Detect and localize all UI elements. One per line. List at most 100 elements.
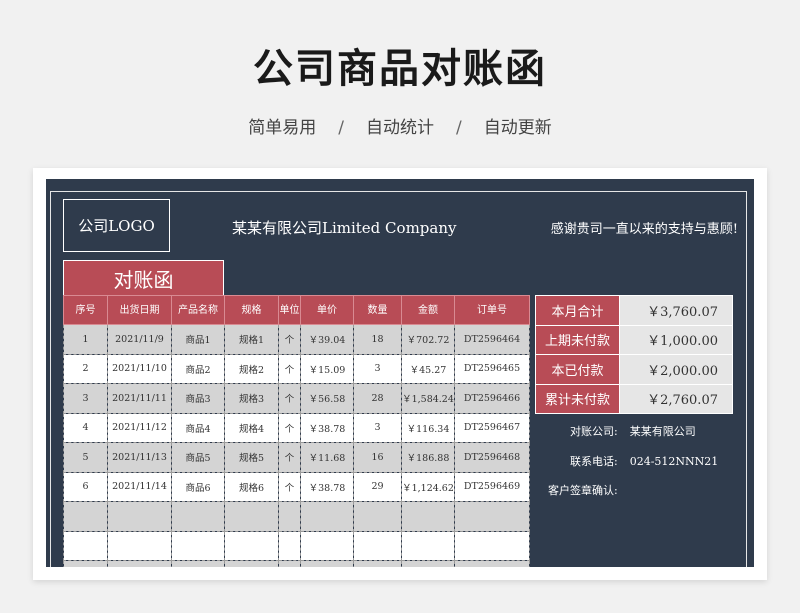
subtitle: 简单易用 / 自动统计 / 自动更新 [0,113,800,138]
table-cell: ￥702.72 [401,324,455,355]
table-cell [224,530,279,561]
subtitle-item: 自动更新 [483,118,552,138]
table-cell [63,530,108,561]
table-cell [300,501,354,532]
table-cell [401,560,455,567]
table-cell [171,501,225,532]
signature-label: 客户签章确认: [548,484,618,497]
table-cell: 3 [353,353,402,384]
table-cell: ￥38.78 [300,471,354,502]
table-cell: 规格3 [224,383,279,414]
table-cell: 规格6 [224,471,279,502]
table-cell: 2021/11/9 [107,324,172,355]
table-cell [401,501,455,532]
table-cell [107,560,172,567]
table-cell [278,530,301,561]
summary-row: 上期未付款 ￥1,000.00 [535,324,733,355]
subtitle-item: 自动统计 [366,118,434,138]
table-cell: 1 [63,324,108,355]
contact-company-value: 某某有限公司 [629,425,696,438]
summary-table: 本月合计 ￥3,760.07 上期未付款 ￥1,000.00 本已付款 ￥2,000.00… [535,295,733,414]
column-header: 单位 [278,295,301,325]
contact-company: 对账公司: 某某有限公司 [570,423,696,439]
table-cell: 商品5 [171,442,225,473]
table-cell: 2 [63,353,108,384]
contact-phone-label: 联系电话: [570,455,618,468]
table-cell: 个 [278,412,301,443]
column-header: 数量 [353,295,402,325]
table-row [63,530,530,561]
table-cell: 商品6 [171,471,225,502]
column-header: 出货日期 [107,295,172,325]
statement-title: 对账函 [63,260,224,295]
table-row: 6 2021/11/14 商品6 规格6 个 ￥38.78 29 ￥1,124.62 DT259… [63,471,530,502]
table-cell: ￥186.88 [401,442,455,473]
summary-value: ￥2,760.07 [619,383,733,414]
table-cell: DT2596464 [454,324,530,355]
table-cell: 2021/11/12 [107,412,172,443]
page-title: 公司商品对账函 [253,46,547,92]
table-cell: 个 [278,324,301,355]
table-row [63,560,530,567]
table-cell [224,501,279,532]
column-header: 规格 [224,295,279,325]
summary-label: 上期未付款 [535,324,620,355]
table-cell [107,501,172,532]
table-cell: ￥1,584.24 [401,383,455,414]
table-cell: DT2596468 [454,442,530,473]
statement-sheet: 公司LOGO 某某有限公司Limited Company 感谢贵司一直以来的支持… [46,179,754,567]
table-cell [454,530,530,561]
table-cell: ￥45.27 [401,353,455,384]
company-logo-box: 公司LOGO [63,199,170,252]
table-row: 5 2021/11/13 商品5 规格5 个 ￥11.68 16 ￥186.88 DT25964… [63,442,530,473]
table-cell: 29 [353,471,402,502]
table-cell [300,530,354,561]
table-cell: 个 [278,383,301,414]
contact-phone-value: 024-512NNN21 [629,455,719,468]
table-cell: 5 [63,442,108,473]
table-cell [224,560,279,567]
table-cell: 3 [353,412,402,443]
table-cell: 规格5 [224,442,279,473]
table-row [63,501,530,532]
table-cell: DT2596465 [454,353,530,384]
summary-label: 本月合计 [535,295,620,326]
table-cell: ￥15.09 [300,353,354,384]
summary-label: 累计未付款 [535,383,620,414]
table-cell [300,560,354,567]
table-cell: ￥11.68 [300,442,354,473]
column-header: 单价 [300,295,354,325]
subtitle-item: 简单易用 [248,118,317,138]
items-table: 序号 出货日期 产品名称 规格 单位 单价 数量 金额 订单号 1 2021/11/9 商品1 规格1… [63,295,530,567]
table-cell: ￥116.34 [401,412,455,443]
table-cell [171,560,225,567]
table-cell: 个 [278,442,301,473]
table-row: 3 2021/11/11 商品3 规格3 个 ￥56.58 28 ￥1,584.24 DT259… [63,383,530,414]
table-cell: DT2596467 [454,412,530,443]
table-cell [107,530,172,561]
thanks-note: 感谢贵司一直以来的支持与惠顾! [550,222,738,237]
table-cell: 16 [353,442,402,473]
table-cell [63,560,108,567]
summary-row: 本已付款 ￥2,000.00 [535,354,733,385]
table-cell: 商品1 [171,324,225,355]
table-cell: 6 [63,471,108,502]
table-cell: 2021/11/11 [107,383,172,414]
summary-value: ￥1,000.00 [619,324,733,355]
summary-row: 累计未付款 ￥2,760.07 [535,383,733,414]
column-header: 订单号 [454,295,530,325]
table-cell: ￥1,124.62 [401,471,455,502]
contact-company-label: 对账公司: [570,425,618,438]
table-cell [454,560,530,567]
table-cell: ￥38.78 [300,412,354,443]
table-cell [454,501,530,532]
table-cell [353,530,402,561]
table-cell: 个 [278,353,301,384]
table-cell: 28 [353,383,402,414]
summary-value: ￥3,760.07 [619,295,733,326]
subtitle-separator: / [456,118,462,138]
table-cell: DT2596469 [454,471,530,502]
summary-label: 本已付款 [535,354,620,385]
summary-value: ￥2,000.00 [619,354,733,385]
table-row: 2 2021/11/10 商品2 规格2 个 ￥15.09 3 ￥45.27 DT2596465 [63,353,530,384]
